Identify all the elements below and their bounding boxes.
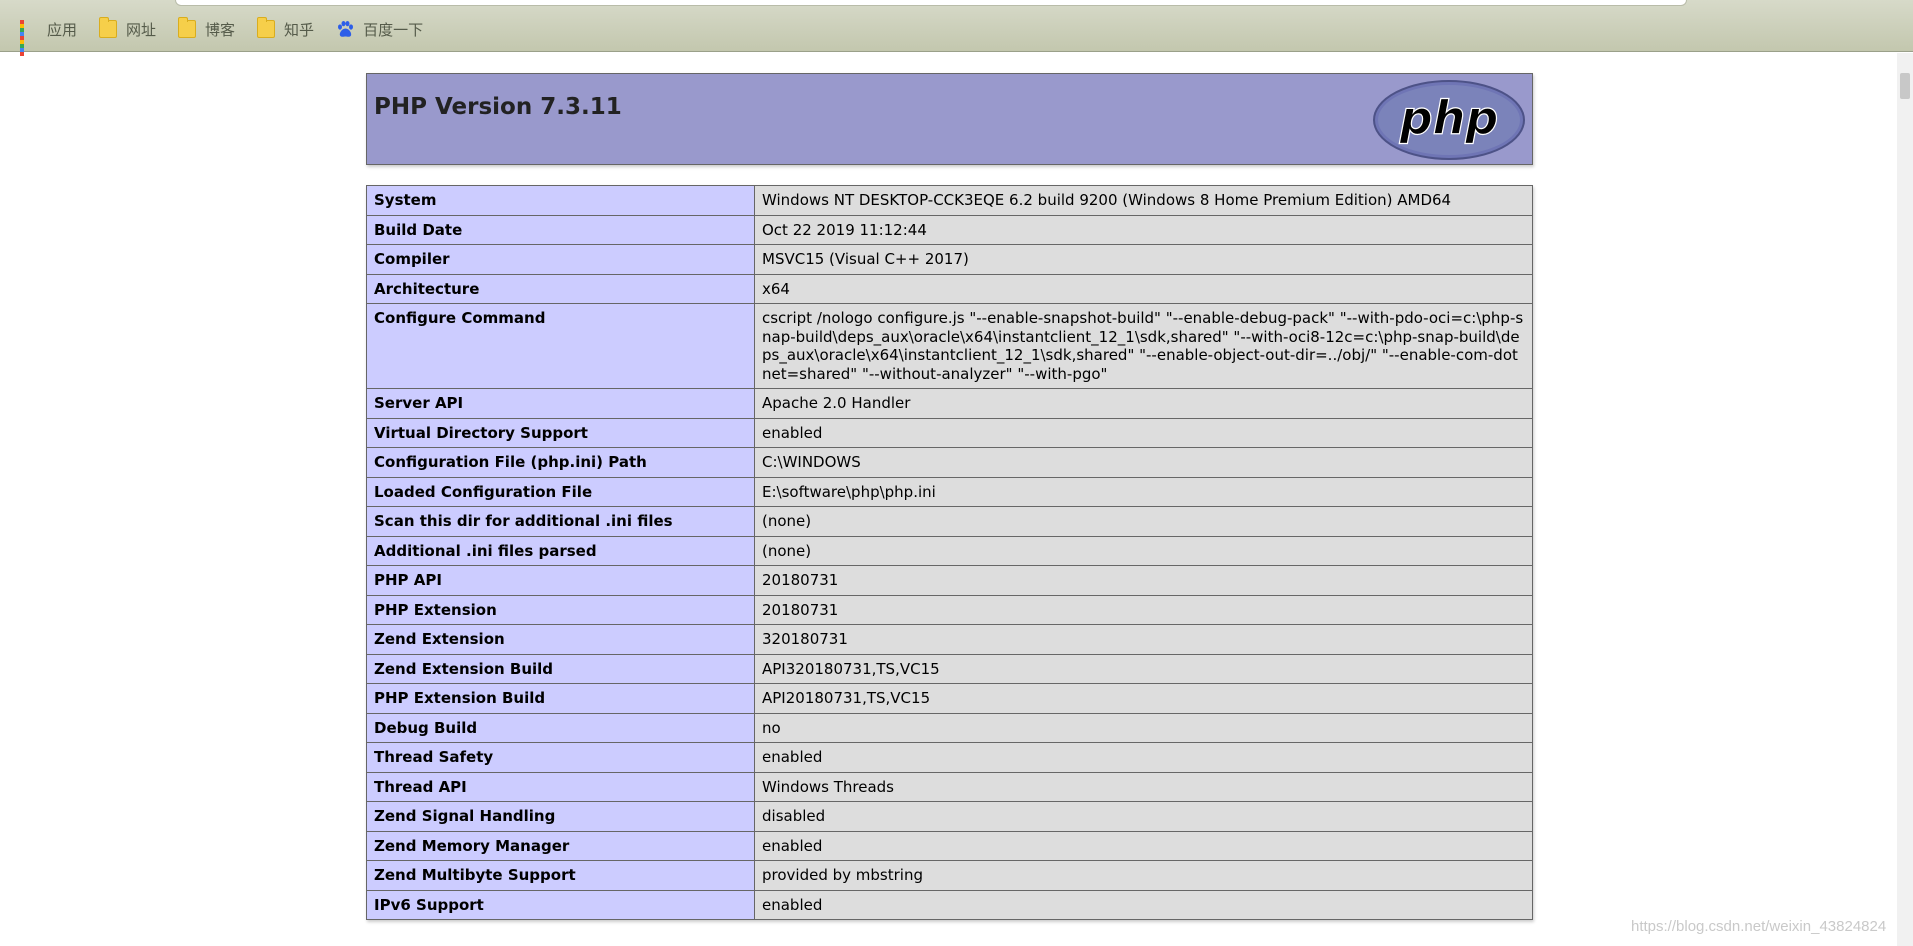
- setting-name: Zend Signal Handling: [366, 801, 755, 832]
- folder-icon: [99, 17, 118, 38]
- table-row: Compiler MSVC15 (Visual C++ 2017): [366, 244, 1533, 275]
- setting-value: enabled: [754, 742, 1533, 773]
- folder-icon: [257, 17, 276, 38]
- address-bar[interactable]: [175, 0, 1687, 6]
- page-scrollbar[interactable]: [1897, 53, 1913, 946]
- setting-name: Build Date: [366, 214, 755, 245]
- setting-value: (none): [754, 506, 1533, 537]
- table-row: Architecture x64: [366, 273, 1533, 304]
- baidu-paw-icon: [336, 20, 354, 38]
- setting-name: Scan this dir for additional .ini files: [366, 506, 755, 537]
- table-row: Build Date Oct 22 2019 11:12:44: [366, 214, 1533, 245]
- bookmark-list: 应用 网址 博客 知乎 百度一下: [16, 17, 441, 56]
- apps-grid-icon: [20, 20, 38, 56]
- setting-name: Zend Extension: [366, 624, 755, 655]
- setting-name: Zend Memory Manager: [366, 830, 755, 861]
- setting-name: Loaded Configuration File: [366, 476, 755, 507]
- setting-name: Zend Extension Build: [366, 653, 755, 684]
- setting-name: Thread API: [366, 771, 755, 802]
- php-info-table: System Windows NT DESKTOP-CCK3EQE 6.2 bui…: [366, 185, 1533, 920]
- setting-value: API20180731,TS,VC15: [754, 683, 1533, 714]
- table-row: Scan this dir for additional .ini files(…: [366, 506, 1533, 537]
- table-row: Zend Extension Build API320180731,TS,VC15: [366, 653, 1533, 684]
- table-row: Loaded Configuration File E:\software\php…: [366, 476, 1533, 507]
- bookmarks-bar: 应用 网址 博客 知乎 百度一下: [0, 0, 1913, 56]
- setting-value: disabled: [754, 801, 1533, 832]
- php-logo-text: php: [1399, 91, 1499, 145]
- page-title: PHP Version 7.3.11: [374, 94, 622, 120]
- table-row: PHP Extension 20180731: [366, 594, 1533, 625]
- table-row: PHP Extension Build API20180731,TS,VC15: [366, 683, 1533, 714]
- table-row: System Windows NT DESKTOP-CCK3EQE 6.2 bui…: [366, 185, 1533, 216]
- setting-value: provided by mbstring: [754, 860, 1533, 891]
- watermark: https://blog.csdn.net/weixin_43824824: [1631, 918, 1887, 935]
- setting-name: Architecture: [366, 273, 755, 304]
- table-row: Virtual Directory Support enabled: [366, 417, 1533, 448]
- phpinfo-page: PHP Version 7.3.11 php System Windows NT …: [366, 73, 1533, 920]
- setting-value: Oct 22 2019 11:12:44: [754, 214, 1533, 245]
- setting-name: Server API: [366, 388, 755, 419]
- setting-name: PHP API: [366, 565, 755, 596]
- bookmark-folder-blog[interactable]: 博客: [174, 17, 243, 41]
- setting-name: Additional .ini files parsed: [366, 535, 755, 566]
- setting-name: Compiler: [366, 244, 755, 275]
- setting-name: IPv6 Support: [366, 889, 755, 920]
- setting-value: 320180731: [754, 624, 1533, 655]
- table-row: Thread Safety enabled: [366, 742, 1533, 773]
- bookmark-apps[interactable]: 应用: [16, 17, 85, 56]
- setting-value: C:\WINDOWS: [754, 447, 1533, 478]
- bookmark-label: 百度一下: [363, 21, 424, 39]
- table-row: IPv6 Support enabled: [366, 889, 1533, 920]
- php-logo[interactable]: php: [1372, 79, 1526, 161]
- table-row: PHP API 20180731: [366, 565, 1533, 596]
- setting-name: PHP Extension Build: [366, 683, 755, 714]
- table-row: Configuration File (php.ini) Path C:\WIND…: [366, 447, 1533, 478]
- bookmark-folder-websites[interactable]: 网址: [95, 17, 164, 41]
- setting-name: Debug Build: [366, 712, 755, 743]
- setting-value: enabled: [754, 889, 1533, 920]
- bookmark-folder-zhihu[interactable]: 知乎: [253, 17, 322, 41]
- table-row: Zend Signal Handling disabled: [366, 801, 1533, 832]
- php-info-rows: System Windows NT DESKTOP-CCK3EQE 6.2 bui…: [366, 185, 1533, 920]
- setting-value: (none): [754, 535, 1533, 566]
- setting-value: 20180731: [754, 594, 1533, 625]
- bookmark-label: 知乎: [284, 21, 315, 39]
- table-row: Zend Memory Manager enabled: [366, 830, 1533, 861]
- table-row: Thread API Windows Threads: [366, 771, 1533, 802]
- setting-name: Thread Safety: [366, 742, 755, 773]
- table-row: Configure Command cscript /nologo configu…: [366, 303, 1533, 389]
- table-row: Debug Build no: [366, 712, 1533, 743]
- setting-value: enabled: [754, 830, 1533, 861]
- table-row: Additional .ini files parsed (none): [366, 535, 1533, 566]
- bookmark-label: 网址: [126, 21, 157, 39]
- setting-name: Zend Multibyte Support: [366, 860, 755, 891]
- php-version-header: PHP Version 7.3.11 php: [366, 73, 1533, 165]
- table-row: Zend Multibyte Support provided by mbstri…: [366, 860, 1533, 891]
- setting-value: no: [754, 712, 1533, 743]
- setting-value: Windows Threads: [754, 771, 1533, 802]
- setting-value: 20180731: [754, 565, 1533, 596]
- setting-name: Configuration File (php.ini) Path: [366, 447, 755, 478]
- bookmark-label: 博客: [205, 21, 236, 39]
- setting-value: Windows NT DESKTOP-CCK3EQE 6.2 build 920…: [754, 185, 1533, 216]
- setting-value: Apache 2.0 Handler: [754, 388, 1533, 419]
- setting-value: enabled: [754, 417, 1533, 448]
- bookmark-label: 应用: [47, 21, 78, 39]
- setting-value: cscript /nologo configure.js "--enable-s…: [754, 303, 1533, 389]
- setting-value: x64: [754, 273, 1533, 304]
- bookmark-baidu[interactable]: 百度一下: [332, 17, 431, 41]
- setting-value: API320180731,TS,VC15: [754, 653, 1533, 684]
- setting-name: Virtual Directory Support: [366, 417, 755, 448]
- setting-value: MSVC15 (Visual C++ 2017): [754, 244, 1533, 275]
- setting-name: System: [366, 185, 755, 216]
- scrollbar-thumb[interactable]: [1900, 73, 1910, 99]
- folder-icon: [178, 17, 197, 38]
- setting-value: E:\software\php\php.ini: [754, 476, 1533, 507]
- setting-name: PHP Extension: [366, 594, 755, 625]
- table-row: Zend Extension 320180731: [366, 624, 1533, 655]
- table-row: Server API Apache 2.0 Handler: [366, 388, 1533, 419]
- setting-name: Configure Command: [366, 303, 755, 389]
